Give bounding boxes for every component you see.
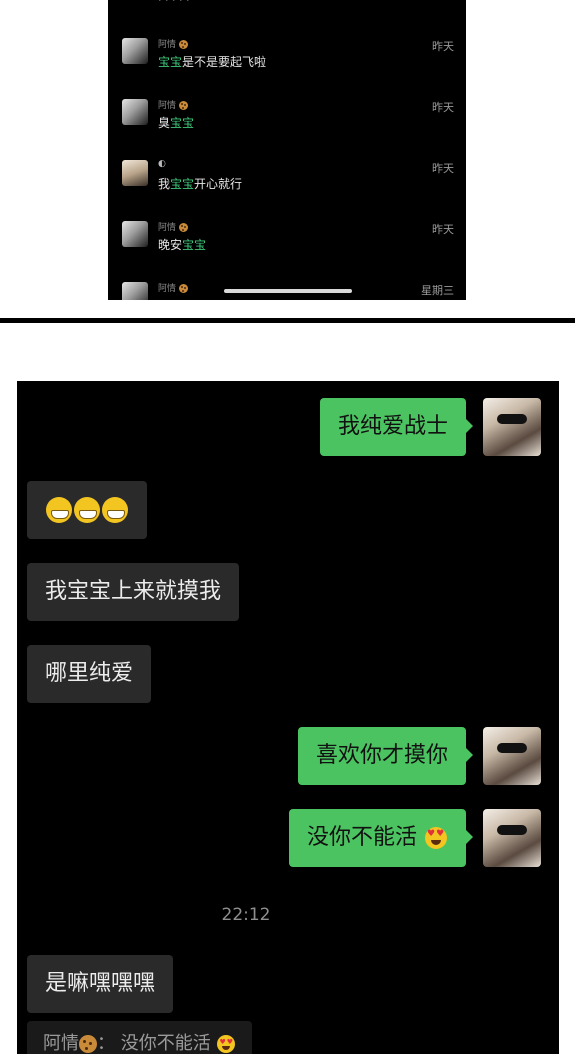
quote-sender: 阿情 [43,1033,79,1054]
clipped-list-row: · · · · · [158,0,190,7]
preview-highlight: 宝宝 [170,116,195,130]
avatar[interactable] [483,809,541,867]
message-text: 我宝宝上来就摸我 [45,579,222,604]
message-text: 我纯爱战士 [337,414,448,439]
preview-highlight: 宝宝 [158,55,183,69]
cookie-emoji-icon [79,1035,97,1053]
preview-suffix: 开心就行 [194,177,243,191]
contact-name: 阿情 [158,220,188,233]
cookie-emoji-icon [178,101,188,110]
avatar [122,38,148,64]
outgoing-message-bubble[interactable]: 喜欢你才摸你 [297,727,474,785]
chat-list-row[interactable]: 阿情 昨天 宝宝是不是要起飞啦 [108,38,466,90]
message-time: 昨天 [432,162,454,175]
preview-highlight: 宝宝 [170,177,195,191]
preview-prefix: 晚安 [158,238,183,252]
message-preview: 臭宝宝 [158,114,194,131]
preview-highlight: 宝宝 [182,238,207,252]
avatar [122,99,148,125]
preview-prefix: 我 [158,177,171,191]
message-text: 哪里纯爱 [45,661,134,686]
incoming-message-bubble[interactable]: 哪里纯爱 [27,645,152,703]
outgoing-message-bubble[interactable]: 没你不能活 [288,809,474,867]
grinning-face-icon [102,497,128,523]
contact-name: 阿情 [158,37,188,50]
incoming-message-bubble[interactable]: 我宝宝上来就摸我 [27,563,240,621]
message-text: 没你不能活 [306,825,417,850]
message-preview: 我宝宝开心就行 [158,175,242,192]
incoming-message-bubble[interactable]: 是嘛嘿嘿嘿 [27,955,174,1013]
quote-separator: ： [97,1033,115,1054]
cookie-emoji-icon [178,284,188,293]
avatar[interactable] [483,727,541,785]
avatar [122,282,148,300]
heart-eyes-face-icon [217,1035,236,1053]
sunglasses-detail [497,825,527,835]
message-preview: 晚安宝宝 [158,236,206,253]
message-time: 昨天 [432,223,454,236]
chat-list-row[interactable]: ◐ 昨天 我宝宝开心就行 [108,159,466,212]
message-text: 喜欢你才摸你 [315,743,448,768]
divider [0,318,575,323]
grinning-face-icon [74,497,100,523]
sunglasses-detail [497,414,527,424]
outgoing-message-bubble[interactable]: 我纯爱战士 [319,398,474,456]
message-time: 星期三 [421,284,454,297]
message-preview: 宝宝是不是要起飞啦 [158,53,266,70]
cookie-emoji-icon [178,223,188,232]
sunglasses-detail [497,743,527,753]
chat-list-panel: · · · · · 阿情 昨天 宝宝是不是要起飞啦 阿情 昨天 臭宝宝 ◐ 昨天… [108,0,466,300]
chat-list-row[interactable]: 阿情 昨天 臭宝宝 [108,99,466,151]
incoming-message-bubble[interactable] [27,481,147,539]
message-timestamp: 22:12 [221,905,271,925]
avatar [122,160,148,186]
cookie-emoji-icon [178,40,188,49]
contact-name: 阿情 [158,98,188,111]
avatar[interactable] [483,398,541,456]
message-time: 昨天 [432,40,454,53]
quote-text: 没你不能活 [120,1033,211,1054]
eye-icon: ◐ [158,159,166,169]
home-indicator[interactable] [224,289,352,293]
message-time: 昨天 [432,101,454,114]
chat-list-row[interactable]: 阿情 昨天 晚安宝宝 [108,221,466,273]
message-text: 是嘛嘿嘿嘿 [45,971,156,996]
contact-name: ◐ [158,159,166,169]
preview-prefix: 臭 [158,116,171,130]
contact-name: 阿情 [158,281,188,294]
conversation-panel: 我纯爱战士 我宝宝上来就摸我 哪里纯爱 喜欢你才摸你 没你不能活 22:12 是… [17,381,559,1054]
preview-suffix: 是不是要起飞啦 [182,55,267,69]
avatar [122,221,148,247]
quoted-message[interactable]: 阿情 ： 没你不能活 [27,1021,253,1054]
heart-eyes-face-icon [425,827,447,849]
grinning-face-icon [46,497,72,523]
